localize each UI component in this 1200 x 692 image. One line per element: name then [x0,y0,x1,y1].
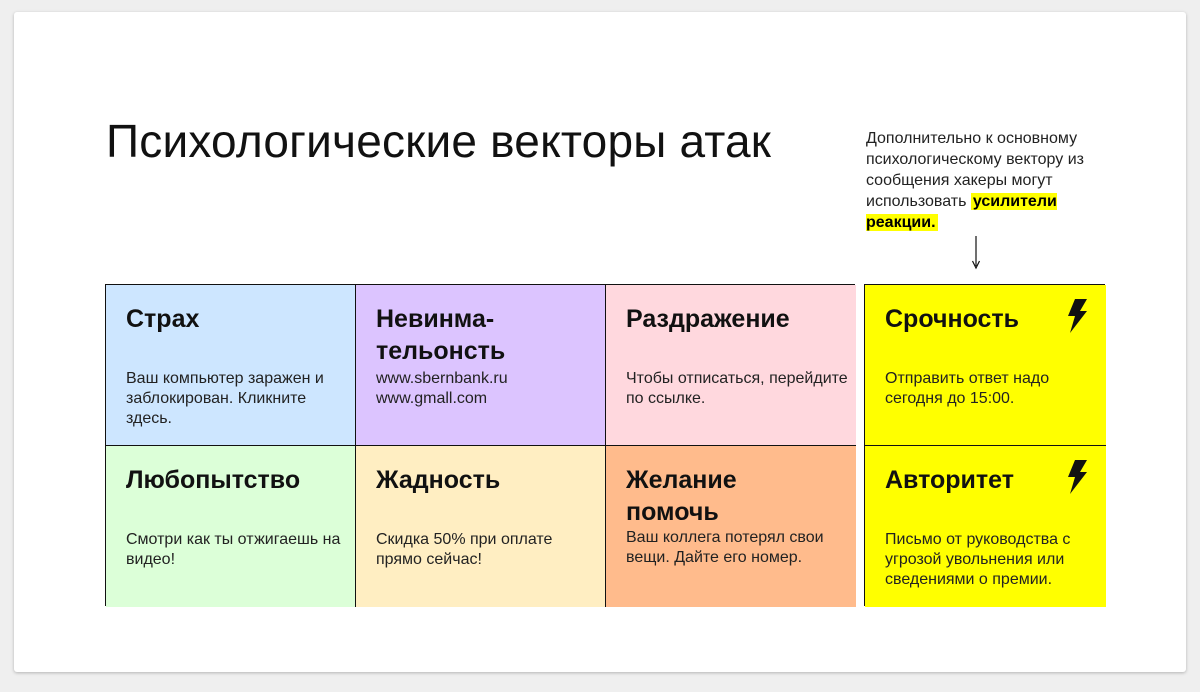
vector-example: Ваш коллега потерял свои вещи. Дайте его… [626,529,824,566]
page-title: Психологические векторы атак [106,115,772,167]
vector-title: Любопытство [126,466,301,494]
lightning-icon [1068,460,1087,494]
vector-title: Раздражение [626,305,790,333]
vector-example: Ваш компьютер заражен и заблокирован. Кл… [126,370,324,427]
amplifiers-column: Срочность Отправить ответ надо сегодня д… [864,284,1106,607]
vector-card-irritation: Раздражение Чтобы отписаться, перейдите … [606,285,856,446]
vector-example: Чтобы отписаться, перейдите по ссылке. [626,370,848,407]
vector-example: Скидка 50% при оплате прямо сейчас! [376,531,553,568]
amplifier-card-urgency: Срочность Отправить ответ надо сегодня д… [865,285,1106,446]
amplifier-card-authority: Авторитет Письмо от руководства с угрозо… [865,446,1106,607]
vector-card-greed: Жадность Скидка 50% при оплате прямо сей… [356,446,606,607]
vector-example: Смотри как ты отжигаешь на видео! [126,531,341,568]
amplifier-title: Авторитет [885,466,1014,494]
amplifier-example: Отправить ответ надо сегодня до 15:00. [885,370,1050,407]
vector-title: Страх [126,305,200,333]
slide: Психологические векторы атак Дополнитель… [14,12,1186,672]
vector-card-desire-to-help: Желание помочь Ваш коллега потерял свои … [606,446,856,607]
vector-card-curiosity: Любопытство Смотри как ты отжигаешь на в… [106,446,356,607]
vector-title: Невинма-тельонсть [376,305,506,365]
amplifier-example: Письмо от руководства с угрозой увольнен… [885,531,1071,588]
down-arrow-icon [971,236,981,270]
lightning-icon [1068,299,1087,333]
amplifier-title: Срочность [885,305,1020,333]
vector-example: www.sbernbank.ru www.gmall.com [376,370,508,407]
vectors-grid: Страх Ваш компьютер заражен и заблокиров… [105,284,856,607]
vector-title: Желание помочь [626,466,737,526]
vector-title: Жадность [376,466,501,494]
vector-card-fear: Страх Ваш компьютер заражен и заблокиров… [106,285,356,446]
vector-card-innocence: Невинма-тельонсть www.sbernbank.ru www.g… [356,285,606,446]
side-note: Дополнительно к основному психологическо… [866,128,1126,233]
